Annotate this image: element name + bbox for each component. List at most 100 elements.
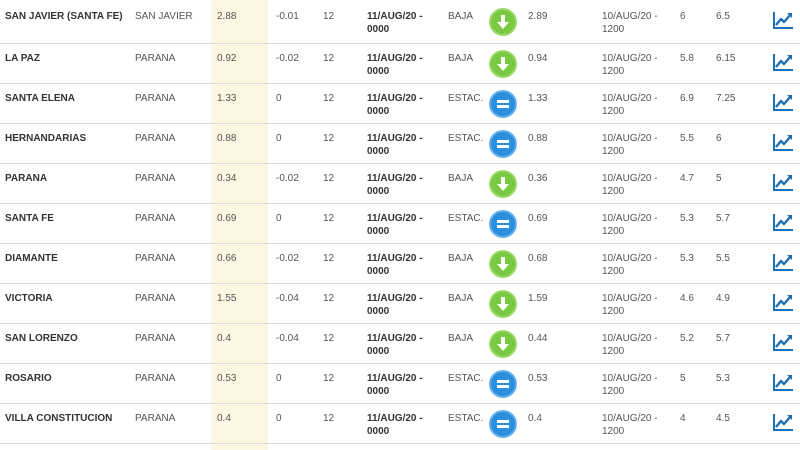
- level-variation: -0.01: [276, 11, 299, 22]
- alert-level: 5.2: [680, 333, 694, 344]
- previous-time: 1200: [602, 346, 625, 357]
- station-name: PARANA: [5, 173, 48, 184]
- previous-measurement-date: 10/AUG/20 - 1200: [602, 172, 658, 198]
- table-body: SAN JAVIER (SANTA FE) SAN JAVIER 2.88 -0…: [0, 0, 800, 444]
- evacuation-level: 6.5: [716, 11, 730, 22]
- table-row: PARANA PARANA 0.34 -0.02 12 11/AUG/20 - 0…: [0, 164, 800, 204]
- level-variation: -0.04: [276, 293, 299, 304]
- current-measurement-date: 11/AUG/20 - 0000: [367, 212, 423, 238]
- measurement-frequency: 12: [323, 413, 335, 424]
- line-chart-icon[interactable]: [772, 292, 794, 312]
- previous-date: 10/AUG/20 -: [602, 173, 658, 184]
- current-date: 11/AUG/20 -: [367, 293, 423, 304]
- current-level: 0.34: [217, 173, 237, 184]
- river-name: PARANA: [135, 253, 176, 264]
- previous-level: 0.4: [528, 413, 542, 424]
- line-chart-icon[interactable]: [772, 412, 794, 432]
- previous-measurement-date: 10/AUG/20 - 1200: [602, 92, 658, 118]
- river-name: PARANA: [135, 373, 176, 384]
- current-date: 11/AUG/20 -: [367, 53, 423, 64]
- river-name: PARANA: [135, 173, 176, 184]
- alert-level: 5.3: [680, 213, 694, 224]
- current-measurement-date: 11/AUG/20 - 0000: [367, 10, 423, 36]
- current-time: 0000: [367, 24, 390, 35]
- arrow-down-icon: [489, 8, 517, 36]
- previous-time: 1200: [602, 386, 625, 397]
- previous-level: 0.53: [528, 373, 548, 384]
- table-row: HERNANDARIAS PARANA 0.88 0 12 11/AUG/20 …: [0, 124, 800, 164]
- line-chart-icon[interactable]: [772, 52, 794, 72]
- trend-label: ESTAC.: [448, 413, 484, 424]
- current-measurement-date: 11/AUG/20 - 0000: [367, 172, 423, 198]
- current-date: 11/AUG/20 -: [367, 11, 423, 22]
- current-date: 11/AUG/20 -: [367, 413, 423, 424]
- measurement-frequency: 12: [323, 11, 335, 22]
- current-measurement-date: 11/AUG/20 - 0000: [367, 52, 423, 78]
- table-row: DIAMANTE PARANA 0.66 -0.02 12 11/AUG/20 …: [0, 244, 800, 284]
- current-time: 0000: [367, 426, 390, 437]
- trend-label: BAJA: [448, 173, 474, 184]
- line-chart-icon[interactable]: [772, 172, 794, 192]
- previous-time: 1200: [602, 24, 625, 35]
- river-name: PARANA: [135, 53, 176, 64]
- river-name: PARANA: [135, 293, 176, 304]
- trend-label: BAJA: [448, 293, 474, 304]
- current-time: 0000: [367, 386, 390, 397]
- previous-date: 10/AUG/20 -: [602, 253, 658, 264]
- equals-icon: [489, 410, 517, 438]
- measurement-frequency: 12: [323, 333, 335, 344]
- previous-time: 1200: [602, 226, 625, 237]
- current-measurement-date: 11/AUG/20 - 0000: [367, 92, 423, 118]
- current-date: 11/AUG/20 -: [367, 173, 423, 184]
- previous-time: 1200: [602, 66, 625, 77]
- river-name: PARANA: [135, 93, 176, 104]
- station-name: HERNANDARIAS: [5, 133, 87, 144]
- previous-date: 10/AUG/20 -: [602, 133, 658, 144]
- station-name: DIAMANTE: [5, 253, 58, 264]
- line-chart-icon[interactable]: [772, 212, 794, 232]
- measurement-frequency: 12: [323, 373, 335, 384]
- current-level: 0.66: [217, 253, 237, 264]
- current-time: 0000: [367, 346, 390, 357]
- current-time: 0000: [367, 146, 390, 157]
- previous-level: 0.94: [528, 53, 548, 64]
- trend-label: ESTAC.: [448, 133, 484, 144]
- current-date: 11/AUG/20 -: [367, 333, 423, 344]
- line-chart-icon[interactable]: [772, 332, 794, 352]
- current-time: 0000: [367, 306, 390, 317]
- arrow-down-icon: [489, 290, 517, 318]
- current-level: 1.33: [217, 93, 237, 104]
- previous-measurement-date: 10/AUG/20 - 1200: [602, 372, 658, 398]
- current-time: 0000: [367, 106, 390, 117]
- station-name: SAN JAVIER (SANTA FE): [5, 11, 123, 22]
- previous-level: 2.89: [528, 11, 548, 22]
- station-name: SANTA FE: [5, 213, 54, 224]
- equals-icon: [489, 90, 517, 118]
- previous-level: 0.88: [528, 133, 548, 144]
- alert-level: 6.9: [680, 93, 694, 104]
- arrow-down-icon: [489, 170, 517, 198]
- current-measurement-date: 11/AUG/20 - 0000: [367, 252, 423, 278]
- arrow-down-icon: [489, 250, 517, 278]
- previous-level: 1.33: [528, 93, 548, 104]
- river-name: PARANA: [135, 333, 176, 344]
- alert-level: 5.8: [680, 53, 694, 64]
- station-name: VILLA CONSTITUCION: [5, 413, 113, 424]
- line-chart-icon[interactable]: [772, 372, 794, 392]
- level-variation: -0.02: [276, 53, 299, 64]
- trend-label: BAJA: [448, 333, 474, 344]
- line-chart-icon[interactable]: [772, 92, 794, 112]
- alert-level: 5.5: [680, 133, 694, 144]
- line-chart-icon[interactable]: [772, 132, 794, 152]
- previous-level: 0.69: [528, 213, 548, 224]
- station-name: SAN LORENZO: [5, 333, 78, 344]
- previous-time: 1200: [602, 186, 625, 197]
- alert-level: 5: [680, 373, 686, 384]
- line-chart-icon[interactable]: [772, 252, 794, 272]
- previous-date: 10/AUG/20 -: [602, 373, 658, 384]
- river-name: PARANA: [135, 133, 176, 144]
- measurement-frequency: 12: [323, 53, 335, 64]
- arrow-down-icon: [489, 50, 517, 78]
- line-chart-icon[interactable]: [772, 10, 794, 30]
- trend-label: ESTAC.: [448, 93, 484, 104]
